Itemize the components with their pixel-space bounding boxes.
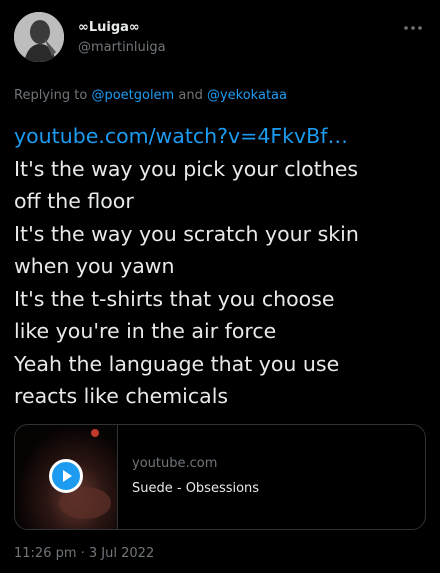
tweet-line: reacts like chemicals — [14, 384, 229, 408]
card-title: Suede - Obsessions — [132, 481, 260, 496]
video-thumbnail[interactable] — [15, 425, 118, 529]
more-options-icon[interactable] — [400, 18, 426, 38]
reply-context: Replying to @poetgolem and @yekokataa — [14, 88, 287, 103]
tweet-line: off the floor — [14, 189, 134, 213]
tweet-text: youtube.com/watch?v=4FkvBf… It's the way… — [14, 120, 428, 413]
mention-link-1[interactable]: @poetgolem — [91, 88, 174, 103]
tweet-line: like you're in the air force — [14, 319, 277, 343]
tweet-line: It's the t-shirts that you choose — [14, 286, 335, 311]
mention-link-2[interactable]: @yekokataa — [207, 88, 287, 103]
play-icon[interactable] — [49, 459, 83, 493]
reply-conjunction: and — [178, 88, 203, 103]
tweet-line: when you yawn — [14, 254, 175, 278]
tweet-line: It's the way you pick your clothes — [14, 156, 359, 181]
tweet-timestamp[interactable]: 11:26 pm · 3 Jul 2022 — [14, 546, 154, 561]
link-preview-card[interactable]: youtube.com Suede - Obsessions — [14, 424, 426, 530]
card-domain: youtube.com — [132, 456, 218, 471]
author-handle[interactable]: @martinluiga — [78, 39, 166, 57]
reply-prefix: Replying to — [14, 88, 88, 103]
youtube-link[interactable]: youtube.com/watch?v=4FkvBf… — [14, 120, 428, 153]
avatar[interactable] — [14, 12, 64, 62]
author-display-name[interactable]: ∞Luiga∞ — [78, 20, 166, 36]
tweet-line: Yeah the language that you use — [14, 351, 340, 376]
tweet-header: ∞Luiga∞ @martinluiga — [14, 12, 426, 62]
avatar-image — [14, 12, 64, 62]
tweet-line: It's the way you scratch your skin — [14, 221, 359, 246]
